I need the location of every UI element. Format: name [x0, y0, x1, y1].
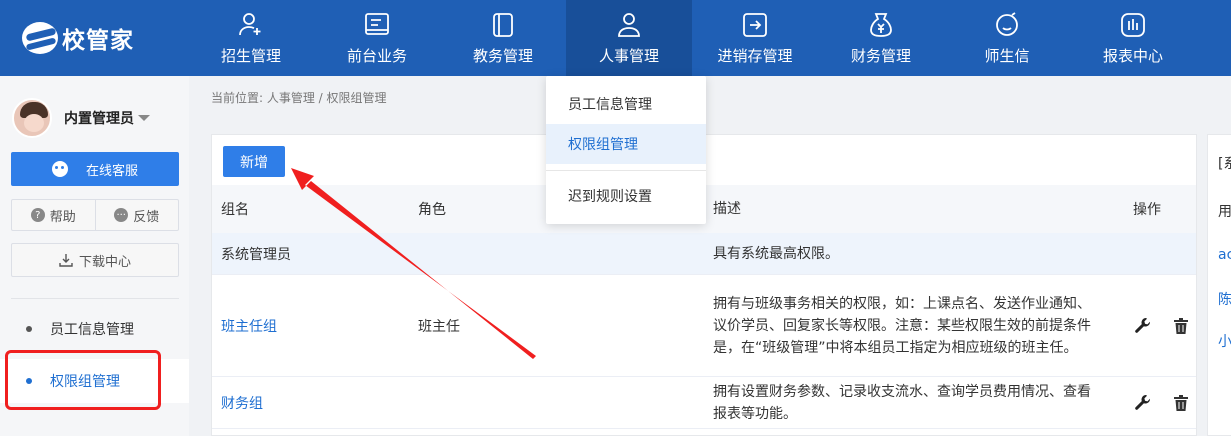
import-box-icon: [741, 11, 769, 39]
download-center-label: 下载中心: [78, 254, 131, 270]
group-description: 具有系统最高权限。: [713, 245, 839, 262]
nav-label: 前台业务: [346, 46, 407, 65]
user-menu[interactable]: 内置管理员: [12, 98, 150, 138]
sidebar-item-staff-info[interactable]: 员工信息管理: [0, 307, 189, 351]
user-add-icon: [237, 11, 265, 39]
question-icon: ?: [30, 208, 45, 222]
wrench-icon[interactable]: [1133, 316, 1153, 336]
nav-label: 进销存管理: [717, 46, 793, 65]
ellipsis-icon: ···: [114, 208, 129, 222]
nav-item-front-desk[interactable]: 前台业务: [314, 0, 440, 76]
money-bag-icon: [867, 11, 895, 39]
menu-item-staff-info[interactable]: 员工信息管理: [546, 84, 706, 124]
column-header-description: 描述: [713, 201, 741, 217]
group-role: 班主任: [418, 318, 460, 335]
download-icon: [59, 254, 73, 267]
table-row[interactable]: 班主任组 班主任 拥有与班级事务相关的权限，如：上课点名、发送作业通知、议价学员…: [212, 275, 1196, 377]
group-name: 系统管理员: [221, 246, 291, 263]
top-nav-bar: 校管家 招生管理 前台业务 教务管理 人事管理 进销存管理 财务管理 师生信 报…: [0, 0, 1231, 76]
chevron-down-icon: [138, 115, 150, 121]
nav-label: 招生管理: [220, 46, 281, 65]
help-label: 帮助: [49, 209, 76, 225]
online-service-label: 在线客服: [85, 163, 138, 179]
divider: [11, 298, 179, 299]
wrench-icon[interactable]: [1133, 393, 1153, 413]
help-button[interactable]: ? 帮助: [12, 200, 96, 230]
menu-item-late-rules[interactable]: 迟到规则设置: [546, 176, 706, 216]
breadcrumb: 当前位置: 人事管理 / 权限组管理: [211, 91, 387, 105]
report-chart-icon: [1119, 11, 1147, 39]
right-side-panel: [系 用 ac 陈 小: [1207, 134, 1231, 436]
app-logo[interactable]: 校管家: [22, 18, 134, 58]
user-link-fragment[interactable]: 小: [1218, 331, 1231, 351]
person-icon: [615, 11, 643, 39]
online-service-button[interactable]: 在线客服: [11, 152, 179, 186]
add-button[interactable]: 新增: [223, 146, 285, 177]
panel-heading-fragment: [系: [1218, 156, 1231, 172]
trash-icon[interactable]: [1171, 393, 1191, 413]
logo-mark-icon: [22, 22, 58, 54]
book-icon: [489, 11, 517, 39]
main-nav: 招生管理 前台业务 教务管理 人事管理 进销存管理 财务管理 师生信 报表中心: [188, 0, 1196, 76]
sidebar: 内置管理员 在线客服 ? 帮助 ··· 反馈 下载中心 员工信息管理 权限组管理: [0, 76, 189, 436]
nav-label: 人事管理: [598, 46, 659, 65]
group-name-link[interactable]: 班主任组: [221, 316, 277, 336]
group-description: 拥有设置财务参数、记录收支流水、查询学员费用情况、查看报表等功能。: [713, 383, 1091, 422]
chat-bubble-icon: [51, 161, 68, 177]
nav-label: 财务管理: [850, 46, 911, 65]
annotation-highlight-box: [5, 350, 161, 410]
column-header-actions: 操作: [1133, 202, 1161, 218]
nav-item-academic[interactable]: 教务管理: [440, 0, 566, 76]
nav-label: 教务管理: [472, 46, 533, 65]
column-header-name: 组名: [221, 202, 249, 218]
user-name: 内置管理员: [64, 111, 134, 127]
logo-text: 校管家: [62, 28, 134, 54]
table-row[interactable]: 财务组 拥有设置财务参数、记录收支流水、查询学员费用情况、查看报表等功能。: [212, 377, 1196, 429]
column-header-fragment: 用: [1218, 204, 1231, 220]
user-link-fragment[interactable]: ac: [1218, 247, 1231, 263]
nav-item-finance[interactable]: 财务管理: [818, 0, 944, 76]
sidebar-item-label: 员工信息管理: [50, 322, 134, 338]
menu-item-permission-groups[interactable]: 权限组管理: [546, 124, 706, 164]
nav-item-reports[interactable]: 报表中心: [1070, 0, 1196, 76]
feedback-label: 反馈: [133, 209, 160, 225]
nav-item-inventory[interactable]: 进销存管理: [692, 0, 818, 76]
nav-label: 师生信: [984, 46, 1030, 65]
monitor-icon: [363, 11, 391, 39]
divider: [546, 170, 706, 171]
help-feedback-group: ? 帮助 ··· 反馈: [11, 199, 179, 231]
column-header-role: 角色: [418, 202, 446, 218]
chat-icon: [993, 11, 1021, 39]
avatar: [12, 98, 52, 138]
table-row[interactable]: 系统管理员 具有系统最高权限。: [212, 233, 1196, 275]
hr-dropdown-menu: 员工信息管理 权限组管理 迟到规则设置: [546, 76, 706, 224]
download-center-button[interactable]: 下载中心: [11, 243, 179, 277]
nav-item-messaging[interactable]: 师生信: [944, 0, 1070, 76]
feedback-button[interactable]: ··· 反馈: [96, 200, 179, 230]
trash-icon[interactable]: [1171, 316, 1191, 336]
user-link-fragment[interactable]: 陈: [1218, 289, 1231, 309]
group-description: 拥有与班级事务相关的权限，如：上课点名、发送作业通知、议价学员、回复家长等权限。…: [713, 295, 1091, 356]
bullet-icon: [26, 326, 32, 332]
nav-label: 报表中心: [1102, 46, 1163, 65]
group-name-link[interactable]: 财务组: [221, 393, 263, 413]
nav-item-enrollment[interactable]: 招生管理: [188, 0, 314, 76]
nav-item-hr[interactable]: 人事管理: [566, 0, 692, 76]
